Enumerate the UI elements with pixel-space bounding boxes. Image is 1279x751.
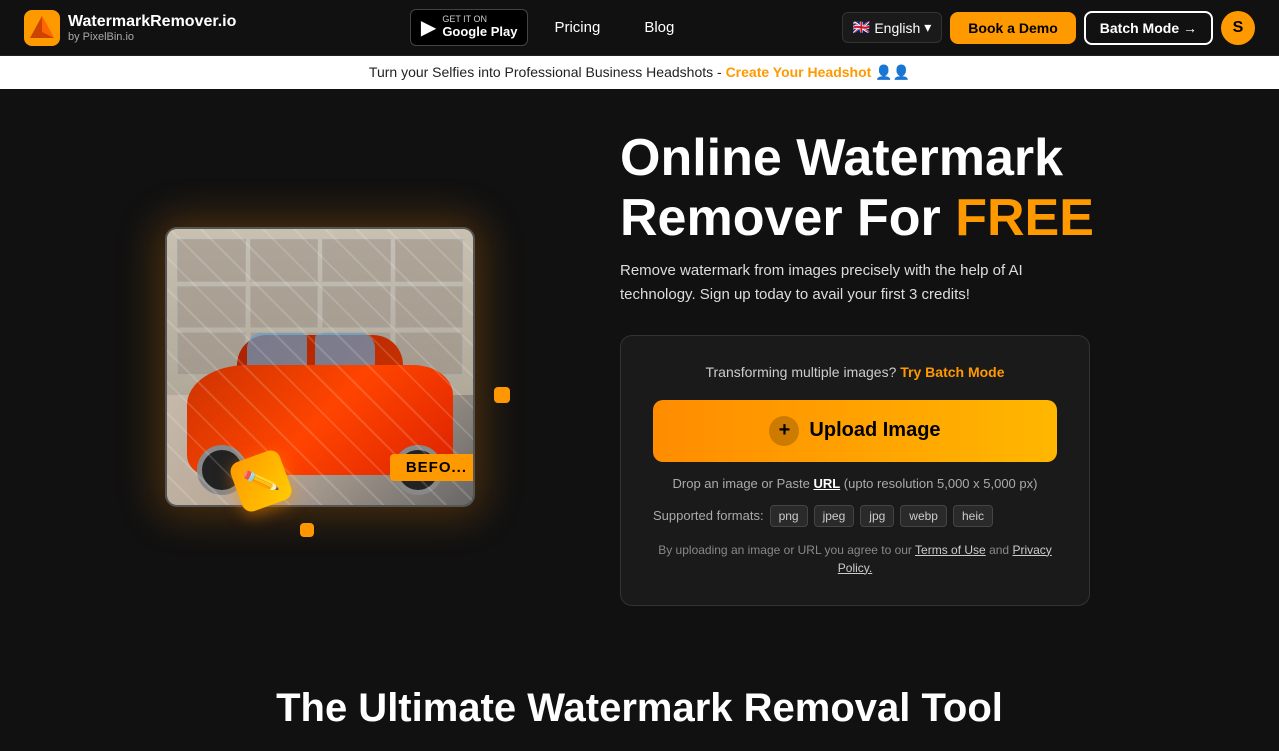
bw <box>177 239 246 282</box>
hero-right: Online Watermark Remover For FREE Remove… <box>620 129 1199 606</box>
nav-pricing[interactable]: Pricing <box>536 13 618 42</box>
bw <box>322 286 391 329</box>
bw <box>250 239 319 282</box>
batch-prompt-text: Transforming multiple images? <box>705 364 896 380</box>
bw <box>322 239 391 282</box>
format-jpeg: jpeg <box>814 505 855 527</box>
avatar[interactable]: S <box>1221 11 1255 45</box>
google-play-badge[interactable]: ▶ GET IT ON Google Play <box>410 9 529 46</box>
accent-square-4 <box>300 523 314 537</box>
batch-mode-button[interactable]: Batch Mode → <box>1084 11 1213 45</box>
hero-title-line1: Online Watermark <box>620 129 1063 187</box>
logo-sub: by PixelBin.io <box>68 31 236 43</box>
upload-image-button[interactable]: + Upload Image <box>653 400 1057 462</box>
announcement-text: Turn your Selfies into Professional Busi… <box>369 64 722 80</box>
bw <box>395 239 464 282</box>
upload-btn-label: Upload Image <box>809 419 940 442</box>
format-jpg: jpg <box>860 505 894 527</box>
gp-get-text: GET IT ON <box>442 15 517 24</box>
accent-square-3 <box>494 387 510 403</box>
logo-title: WatermarkRemover.io <box>68 12 236 31</box>
hero-description: Remove watermark from images precisely w… <box>620 259 1060 307</box>
bottom-title: The Ultimate Watermark Removal Tool <box>60 686 1219 731</box>
url-paste-link[interactable]: URL <box>813 476 840 491</box>
navbar: WatermarkRemover.io by PixelBin.io ▶ GET… <box>0 0 1279 56</box>
bottom-section: The Ultimate Watermark Removal Tool <box>0 646 1279 751</box>
hero-title-free: FREE <box>955 189 1094 247</box>
book-demo-button[interactable]: Book a Demo <box>950 12 1075 44</box>
upload-card: Transforming multiple images? Try Batch … <box>620 335 1090 606</box>
nav-blog[interactable]: Blog <box>626 13 692 42</box>
hero-title-line2: Remover For <box>620 189 955 247</box>
hero-title: Online Watermark Remover For FREE <box>620 129 1199 249</box>
drop-text-row: Drop an image or Paste URL (upto resolut… <box>653 476 1057 491</box>
navbar-right: 🇬🇧 English ▾ Book a Demo Batch Mode → S <box>842 11 1255 45</box>
demo-image-container: BEFO... <box>165 227 475 507</box>
drop-resolution: (upto resolution 5,000 x 5,000 px) <box>844 476 1038 491</box>
google-play-icon: ▶ <box>421 15 436 40</box>
navbar-center: ▶ GET IT ON Google Play Pricing Blog <box>260 9 842 46</box>
plus-icon: + <box>769 416 799 446</box>
format-webp: webp <box>900 505 947 527</box>
terms-of-use-link[interactable]: Terms of Use <box>915 543 986 557</box>
bw <box>177 286 246 329</box>
demo-image-area: BEFO... ✏️ <box>60 147 580 587</box>
batch-prompt-row: Transforming multiple images? Try Batch … <box>653 364 1057 380</box>
bw <box>395 286 464 329</box>
announcement-link[interactable]: Create Your Headshot <box>726 64 872 80</box>
logo-icon <box>24 10 60 46</box>
try-batch-mode-link[interactable]: Try Batch Mode <box>900 364 1004 380</box>
gp-name-text: Google Play <box>442 24 517 40</box>
announcement-bar: Turn your Selfies into Professional Busi… <box>0 56 1279 89</box>
lang-label: English <box>874 20 920 36</box>
flag-icon: 🇬🇧 <box>853 19 870 36</box>
hero-section: BEFO... ✏️ Online Watermark Remover For … <box>0 89 1279 646</box>
bw <box>250 286 319 329</box>
language-selector[interactable]: 🇬🇧 English ▾ <box>842 12 942 43</box>
formats-row: Supported formats: png jpeg jpg webp hei… <box>653 505 1057 527</box>
chevron-down-icon: ▾ <box>924 19 931 36</box>
logo[interactable]: WatermarkRemover.io by PixelBin.io <box>24 10 236 46</box>
drop-text: Drop an image or Paste <box>673 476 810 491</box>
format-png: png <box>770 505 808 527</box>
before-badge: BEFO... <box>390 454 475 481</box>
headshot-icons: 👤👤 <box>875 64 910 80</box>
format-heic: heic <box>953 505 993 527</box>
tos-row: By uploading an image or URL you agree t… <box>653 541 1057 577</box>
formats-label: Supported formats: <box>653 508 764 523</box>
